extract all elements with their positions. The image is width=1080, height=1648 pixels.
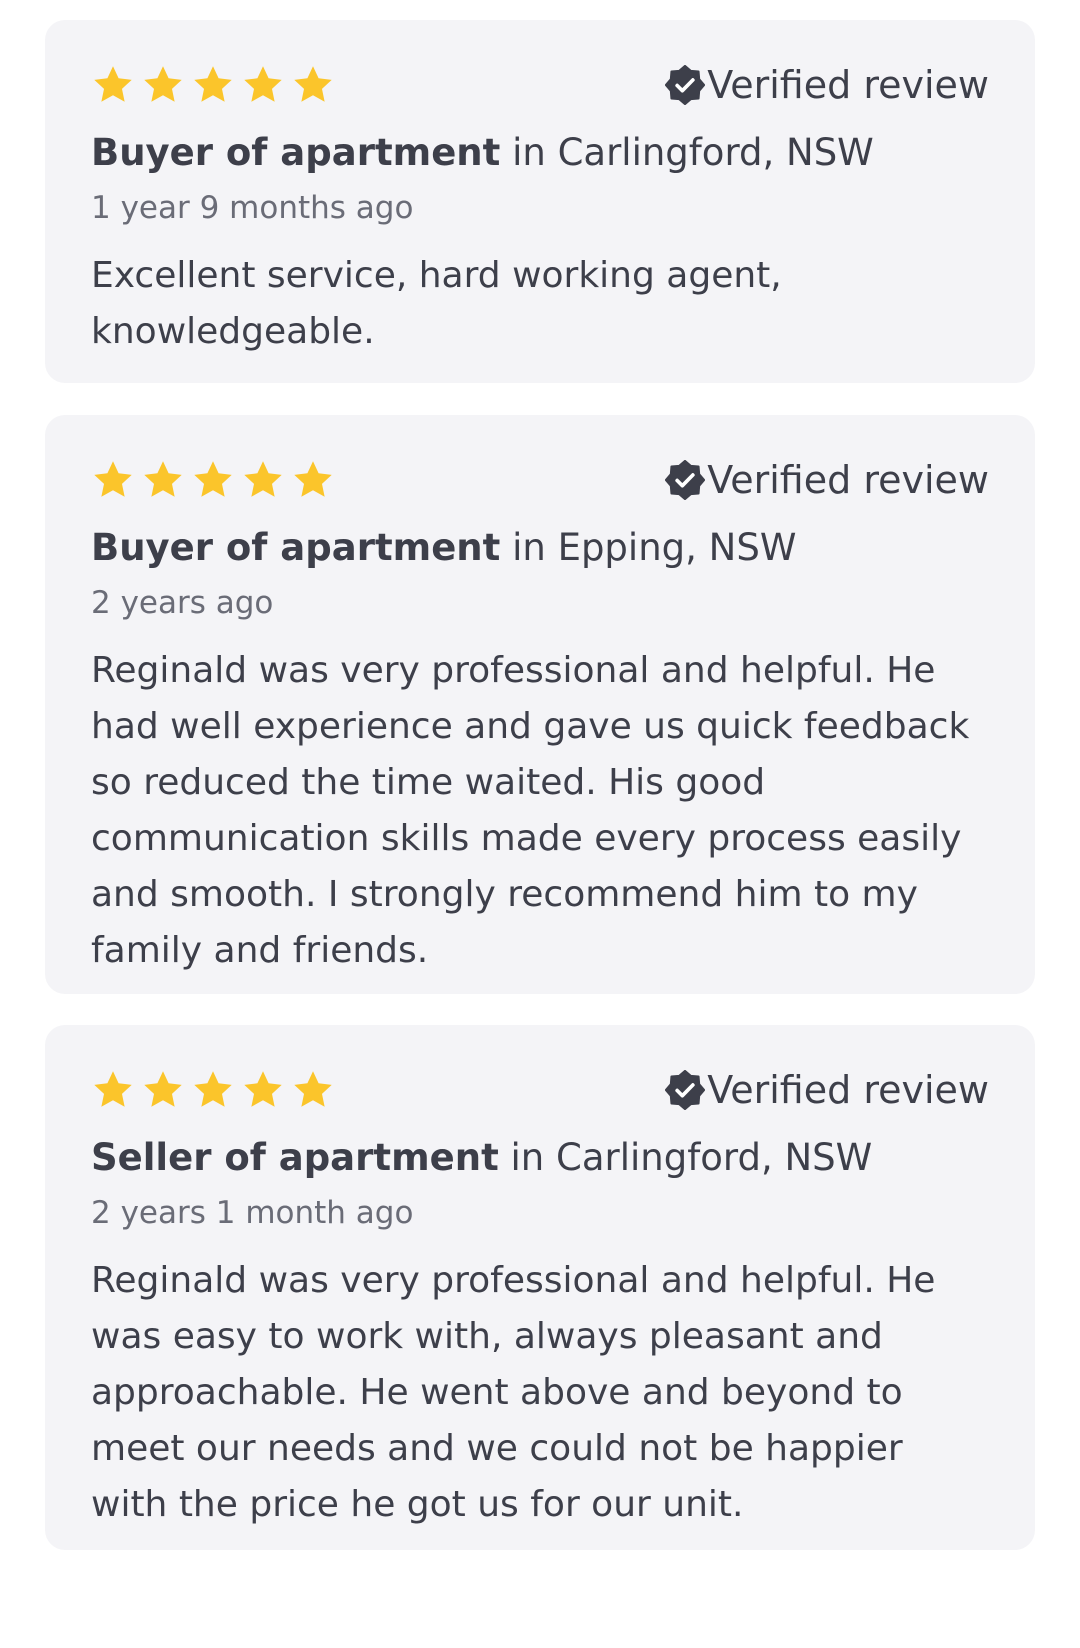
star-icon [291,63,335,107]
reviewer-info: Buyer of apartment in Carlingford, NSW [91,130,989,176]
verified-badge-icon [665,65,706,105]
star-icon [91,458,135,502]
star-icon [191,458,235,502]
review-text: Reginald was very professional and helpf… [91,650,970,971]
star-icon [241,63,285,107]
review-card-header: Verified review [91,455,989,505]
review-card: Verified review Seller of apartment in C… [45,1025,1035,1550]
verified-badge-icon [665,1070,706,1110]
star-icon [141,458,185,502]
star-rating [91,1068,335,1112]
verified-badge: Verified review [665,458,989,502]
reviewer-info: Seller of apartment in Carlingford, NSW [91,1135,989,1181]
reviewer-location: in Carlingford, NSW [498,1136,873,1179]
review-card-header: Verified review [91,60,989,110]
star-icon [241,1068,285,1112]
review-text: Reginald was very professional and helpf… [91,1260,936,1525]
review-card: Verified review Buyer of apartment in Ep… [45,415,1035,994]
reviewer-location: in Carlingford, NSW [500,131,874,174]
verified-label: Verified review [707,63,989,107]
review-time-ago: 1 year 9 months ago [91,190,414,226]
reviewer-role: Buyer of apartment [91,526,501,569]
star-icon [291,1068,335,1112]
star-icon [141,63,185,107]
review-card: Verified review Buyer of apartment in Ca… [45,20,1035,383]
star-icon [141,1068,185,1112]
star-icon [191,1068,235,1112]
star-rating [91,458,335,502]
star-icon [91,1068,135,1112]
reviewer-role: Buyer of apartment [91,131,501,174]
review-text: Excellent service, hard working agent, k… [91,255,782,352]
review-card-header: Verified review [91,1065,989,1115]
star-rating [91,63,335,107]
star-icon [241,458,285,502]
star-icon [291,458,335,502]
reviewer-role: Seller of apartment [91,1136,499,1179]
review-list: Verified review Buyer of apartment in Ca… [0,0,1080,1648]
reviewer-location: in Epping, NSW [500,526,797,569]
verified-label: Verified review [707,458,989,502]
review-time-ago: 2 years ago [91,585,274,621]
verified-label: Verified review [707,1068,989,1112]
star-icon [191,63,235,107]
verified-badge: Verified review [665,1068,989,1112]
star-icon [91,63,135,107]
review-time-ago: 2 years 1 month ago [91,1195,414,1231]
verified-badge: Verified review [665,63,989,107]
reviewer-info: Buyer of apartment in Epping, NSW [91,525,989,571]
verified-badge-icon [665,460,706,500]
